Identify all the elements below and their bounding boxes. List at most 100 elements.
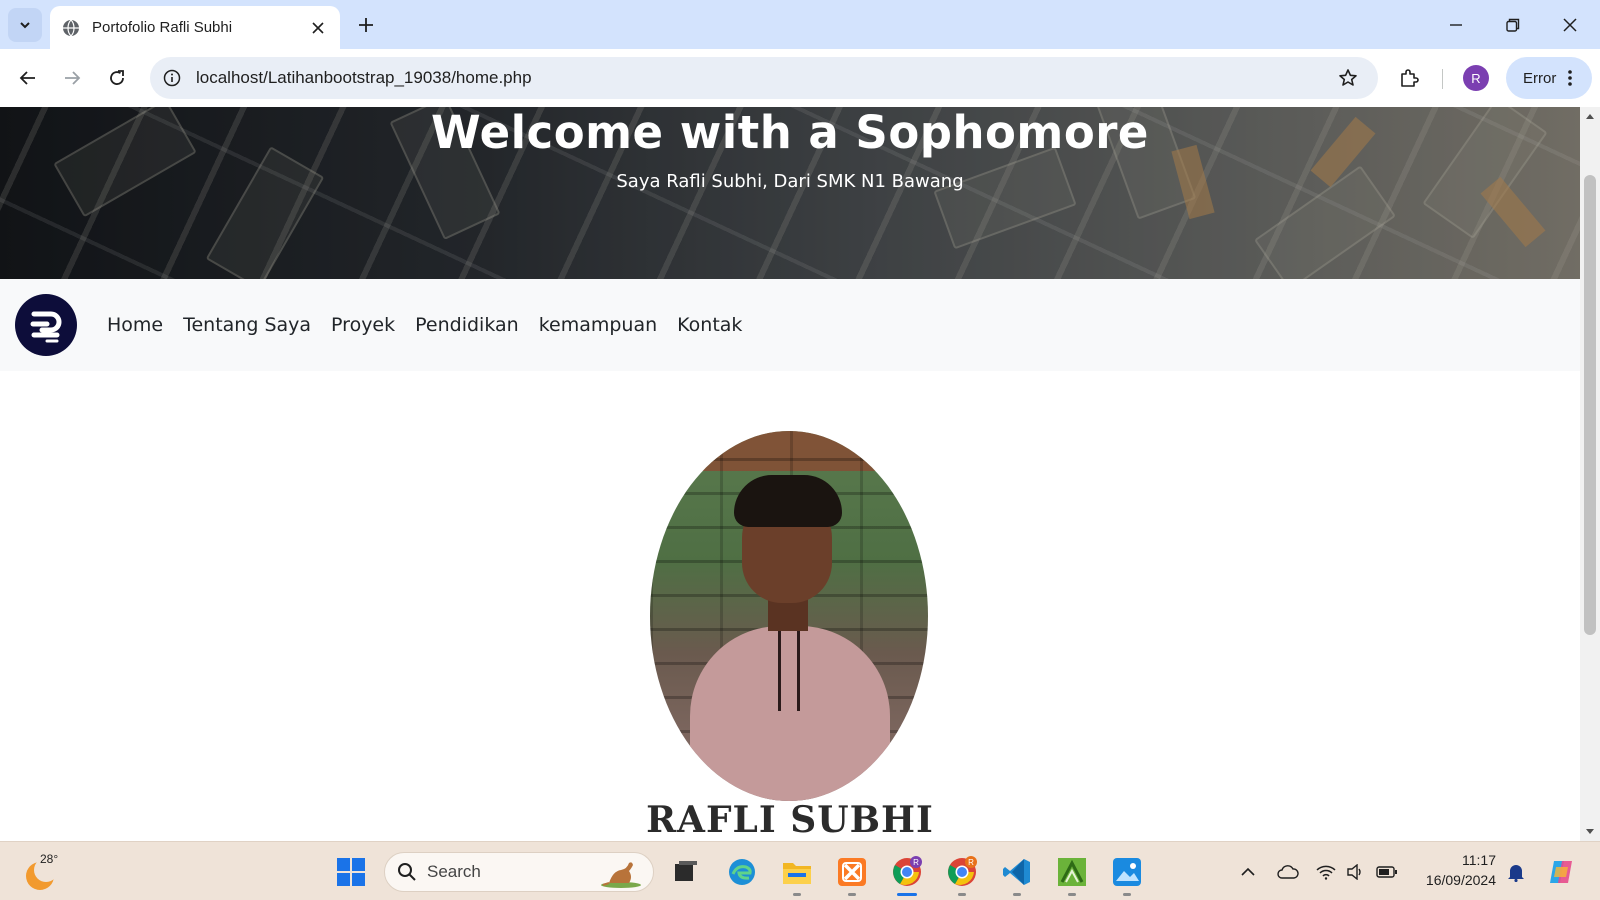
volume-icon [1347, 863, 1361, 880]
tab-close-button[interactable] [308, 18, 328, 38]
tab-title: Portofolio Rafli Subhi [92, 19, 233, 36]
site-navbar: Home Tentang Saya Proyek Pendidikan kema… [0, 279, 1580, 371]
plus-icon [359, 18, 373, 32]
tab-search-button[interactable] [8, 8, 42, 42]
nav-link-kemampuan[interactable]: kemampuan [539, 314, 657, 336]
more-vertical-icon [1568, 70, 1573, 86]
nav-link-pendidikan[interactable]: Pendidikan [415, 314, 519, 336]
tray-onedrive[interactable] [1274, 842, 1302, 900]
page-viewport[interactable]: Welcome with a Sophomore Saya Rafli Subh… [0, 107, 1580, 841]
bookmark-button[interactable] [1330, 60, 1366, 96]
chevron-down-icon [1586, 829, 1594, 834]
chrome-badge-1: R [913, 858, 919, 867]
chevron-up-icon [1241, 867, 1255, 876]
url-text[interactable]: localhost/Latihanbootstrap_19038/home.ph… [196, 68, 1330, 88]
task-view-icon [675, 861, 697, 881]
close-window-button[interactable] [1555, 10, 1585, 40]
extensions-button[interactable] [1394, 63, 1424, 93]
weather-widget[interactable]: 28° [22, 852, 62, 892]
minimize-icon [1450, 24, 1462, 26]
taskbar-vscode[interactable] [997, 852, 1037, 896]
task-view-button[interactable] [666, 852, 706, 892]
search-label: Search [427, 862, 481, 881]
nav-link-proyek[interactable]: Proyek [331, 314, 395, 336]
chrome-badge-2: R [968, 858, 974, 867]
back-icon [19, 71, 35, 85]
profile-section: RAFLI SUBHI [0, 371, 1580, 841]
onedrive-icon [1277, 864, 1299, 879]
hero-banner: Welcome with a Sophomore Saya Rafli Subh… [0, 107, 1580, 279]
clock-date: 16/09/2024 [1425, 872, 1496, 888]
nav-link-tentang-saya[interactable]: Tentang Saya [183, 314, 311, 336]
bell-icon [1508, 864, 1524, 882]
error-label: Error [1523, 69, 1557, 87]
reload-button[interactable] [102, 63, 132, 93]
back-button[interactable] [13, 63, 43, 93]
wifi-icon [1316, 865, 1336, 880]
reload-icon [110, 70, 124, 85]
page-scrollbar[interactable] [1580, 107, 1600, 841]
taskbar-xampp[interactable] [832, 852, 872, 896]
sublime-icon [1058, 858, 1086, 886]
hero-title: Welcome with a Sophomore [431, 107, 1149, 159]
chrome-icon: R [893, 856, 922, 886]
taskbar-photos[interactable] [1107, 852, 1147, 896]
new-tab-button[interactable] [352, 11, 380, 39]
toolbar-separator [1442, 69, 1443, 89]
minimize-button[interactable] [1441, 10, 1471, 40]
taskbar-clock[interactable]: 11:17 16/09/2024 [1416, 850, 1496, 890]
copilot-icon [1550, 860, 1572, 883]
forward-icon [65, 71, 81, 85]
tray-battery[interactable] [1374, 842, 1400, 900]
notifications-button[interactable] [1504, 842, 1528, 900]
taskbar-search[interactable]: Search [384, 852, 654, 892]
taskbar-sublime[interactable] [1052, 852, 1092, 896]
brand-logo[interactable] [15, 294, 77, 356]
profile-avatar[interactable]: R [1463, 65, 1489, 91]
close-icon [312, 21, 324, 34]
weather-temp: 28° [40, 852, 59, 866]
windows-taskbar: 28° Search R R 11:17 16/09/2024 [0, 841, 1600, 900]
scroll-thumb[interactable] [1584, 175, 1596, 635]
restore-button[interactable] [1498, 10, 1528, 40]
profile-name: RAFLI SUBHI [646, 799, 934, 841]
tray-wifi[interactable] [1314, 842, 1338, 900]
tray-overflow-button[interactable] [1236, 842, 1260, 900]
scroll-down-button[interactable] [1580, 823, 1600, 841]
error-menu-button[interactable]: Error [1506, 57, 1592, 99]
nav-link-kontak[interactable]: Kontak [677, 314, 742, 336]
tab-search-icon [20, 22, 30, 29]
xampp-icon [838, 858, 866, 886]
nav-links: Home Tentang Saya Proyek Pendidikan kema… [107, 314, 762, 336]
browser-tab[interactable]: Portofolio Rafli Subhi [50, 6, 340, 49]
clock-time: 11:17 [1462, 852, 1496, 868]
profile-photo [650, 431, 928, 801]
chevron-up-icon [1586, 114, 1594, 119]
search-icon [398, 863, 416, 881]
browser-toolbar: localhost/Latihanbootstrap_19038/home.ph… [0, 49, 1600, 107]
scroll-up-button[interactable] [1580, 107, 1600, 125]
site-info-button[interactable] [152, 57, 192, 99]
file-explorer-icon [783, 863, 811, 884]
start-button[interactable] [331, 852, 371, 892]
tray-volume[interactable] [1344, 842, 1366, 900]
close-icon [1563, 18, 1577, 32]
hero-subtitle: Saya Rafli Subhi, Dari SMK N1 Bawang [616, 171, 964, 192]
tab-strip: Portofolio Rafli Subhi [0, 0, 1600, 49]
taskbar-file-explorer[interactable] [777, 852, 817, 896]
nav-link-home[interactable]: Home [107, 314, 163, 336]
forward-button[interactable] [57, 63, 87, 93]
taskbar-edge[interactable] [722, 852, 762, 892]
taskbar-chrome-2[interactable]: R [942, 852, 982, 896]
photos-icon [1113, 858, 1141, 886]
chrome-icon: R [948, 856, 977, 886]
kangaroo-icon [601, 862, 641, 888]
copilot-button[interactable] [1544, 842, 1578, 900]
restore-icon [1506, 18, 1520, 32]
star-icon [1339, 69, 1357, 86]
extensions-icon [1401, 69, 1419, 87]
site-info-icon [163, 69, 181, 87]
edge-icon [729, 859, 755, 885]
taskbar-chrome-active[interactable]: R [887, 852, 927, 896]
address-bar[interactable]: localhost/Latihanbootstrap_19038/home.ph… [150, 57, 1378, 99]
